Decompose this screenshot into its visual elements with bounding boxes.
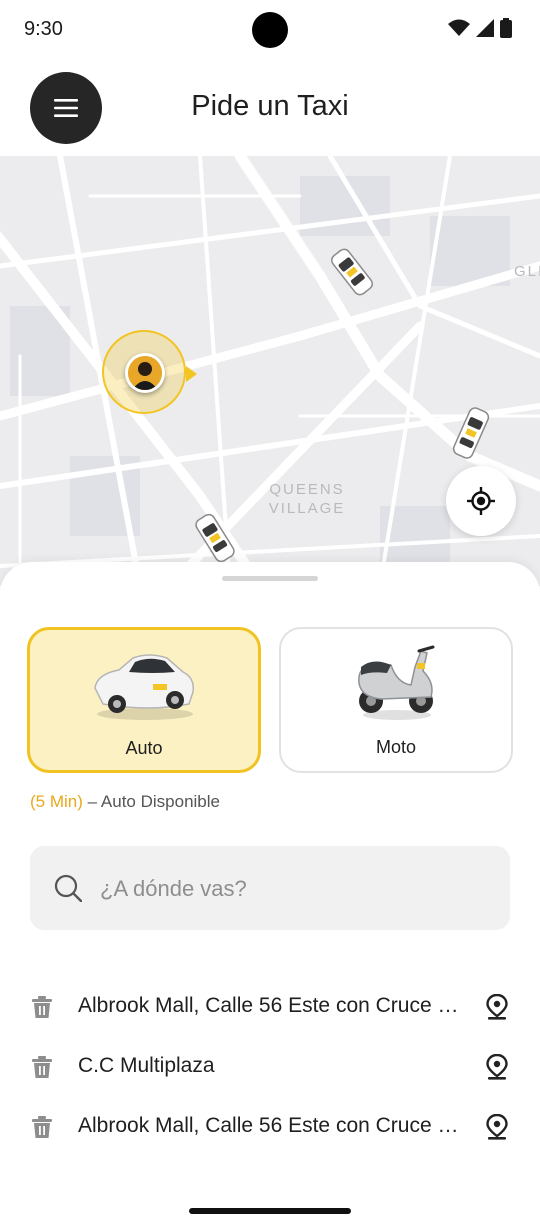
taxi-marker <box>195 513 235 563</box>
home-indicator[interactable] <box>189 1208 351 1214</box>
map-area-label: QUEENS VILLAGE <box>268 481 346 517</box>
recent-place-text: Albrook Mall, Calle 56 Este con Cruce No… <box>78 1114 470 1137</box>
user-avatar-icon <box>128 356 162 390</box>
scooter-icon <box>358 645 435 720</box>
search-icon <box>54 874 82 902</box>
location-pin-icon <box>486 1114 508 1140</box>
location-pin-icon <box>486 994 508 1020</box>
vehicle-label: Auto <box>125 738 163 758</box>
trash-icon[interactable] <box>32 1116 52 1138</box>
destination-search[interactable] <box>30 846 510 930</box>
trash-icon[interactable] <box>32 1056 52 1078</box>
recent-place-item[interactable]: Albrook Mall, Calle 56 Este con Cruce No… <box>0 1100 540 1156</box>
signal-icon <box>476 19 494 37</box>
direction-arrow-icon <box>186 366 197 382</box>
page-title: Pide un Taxi <box>191 90 349 122</box>
system-icons <box>448 18 512 38</box>
locate-me-button[interactable] <box>446 466 516 536</box>
vehicle-option-auto[interactable]: Auto <box>27 627 261 773</box>
recent-place-item[interactable]: C.C Multiplaza <box>0 1040 540 1096</box>
wifi-icon <box>448 19 470 36</box>
user-location-marker <box>102 330 197 414</box>
map-edge-label: GLI <box>514 263 540 280</box>
recent-place-text: C.C Multiplaza <box>78 1054 215 1077</box>
map-view[interactable]: QUEENS VILLAGE GLI <box>0 156 540 586</box>
avatar <box>125 353 165 393</box>
recent-place-text: Albrook Mall, Calle 56 Este con Cruce No… <box>78 994 470 1017</box>
search-input[interactable] <box>98 868 492 910</box>
location-pin-icon <box>486 1054 508 1080</box>
sheet-drag-handle[interactable] <box>222 576 318 581</box>
taxi-marker <box>331 248 373 296</box>
app-header: Pide un Taxi <box>0 60 540 156</box>
status-bar: 9:30 <box>0 0 540 60</box>
eta-separator: – <box>87 792 98 811</box>
front-camera <box>252 12 288 48</box>
taxi-marker <box>452 407 490 459</box>
eta-info: (5 Min) – Auto Disponible <box>30 792 220 812</box>
trash-icon[interactable] <box>32 996 52 1018</box>
eta-minutes: (5 Min) <box>30 792 83 811</box>
vehicle-label: Moto <box>375 737 417 757</box>
eta-status: Auto Disponible <box>100 792 220 811</box>
car-icon <box>94 654 195 720</box>
battery-icon <box>500 18 512 38</box>
crosshair-icon <box>467 487 495 515</box>
vehicle-option-moto[interactable]: Moto <box>279 627 513 773</box>
recent-place-item[interactable]: Albrook Mall, Calle 56 Este con Cruce No… <box>0 980 540 1036</box>
status-time: 9:30 <box>24 18 63 40</box>
bottom-sheet: Auto Moto (5 Min) – Auto Disponible ¿A d… <box>0 562 540 1230</box>
